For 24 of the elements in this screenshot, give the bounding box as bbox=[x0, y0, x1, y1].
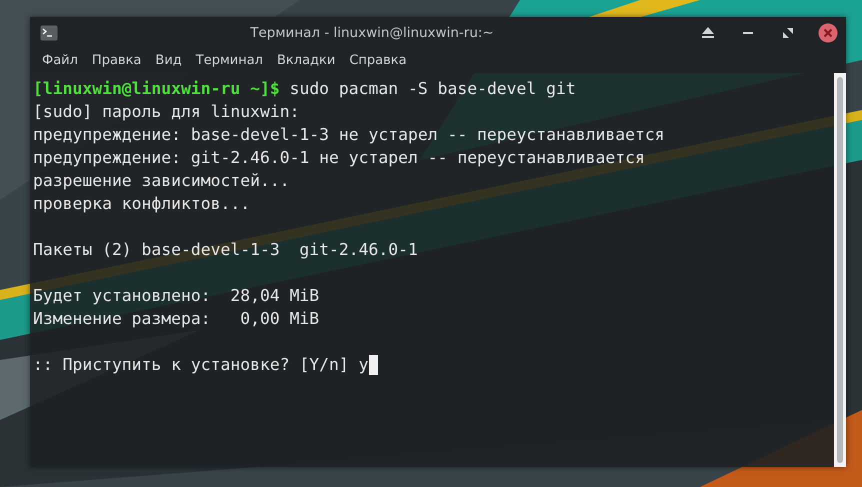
output-line: проверка конфликтов... bbox=[33, 193, 250, 215]
output-line: Пакеты (2) base-devel-1-3 git-2.46.0-1 bbox=[33, 239, 418, 261]
window-title: Терминал - linuxwin@linuxwin-ru:~ bbox=[249, 24, 495, 40]
menu-item[interactable]: Файл bbox=[36, 51, 84, 70]
output-line: Будет установлено: 28,04 MiB bbox=[33, 285, 320, 307]
output-line: [sudo] пароль для linuxwin: bbox=[33, 101, 300, 123]
output-line: предупреждение: git-2.46.0-1 не устарел -- переустанавливается bbox=[33, 147, 645, 169]
command-text: sudo pacman -S base-devel git bbox=[288, 78, 576, 100]
maximize-icon bbox=[783, 28, 793, 38]
output-line: разрешение зависимостей... bbox=[33, 170, 290, 192]
input-line: :: Приступить к установке? [Y/n] y bbox=[33, 354, 369, 376]
menu-item[interactable]: Вид bbox=[149, 51, 188, 70]
terminal-icon bbox=[40, 24, 58, 40]
eject-icon bbox=[702, 27, 714, 38]
output-line: предупреждение: base-devel-1-3 не устарел -- переустанавливается bbox=[33, 124, 665, 146]
close-button[interactable] bbox=[818, 22, 838, 42]
menu-item[interactable]: Вкладки bbox=[271, 51, 342, 70]
output-line: Изменение размера: 0,00 MiB bbox=[33, 308, 320, 330]
menu-item[interactable]: Правка bbox=[86, 51, 148, 70]
scrollbar[interactable] bbox=[834, 73, 846, 467]
menu-item[interactable]: Справка bbox=[343, 51, 413, 70]
minimize-icon bbox=[743, 32, 753, 34]
menu-item[interactable]: Терминал bbox=[190, 51, 269, 70]
shell-prompt: [linuxwin@linuxwin-ru ~]$ bbox=[33, 78, 280, 100]
